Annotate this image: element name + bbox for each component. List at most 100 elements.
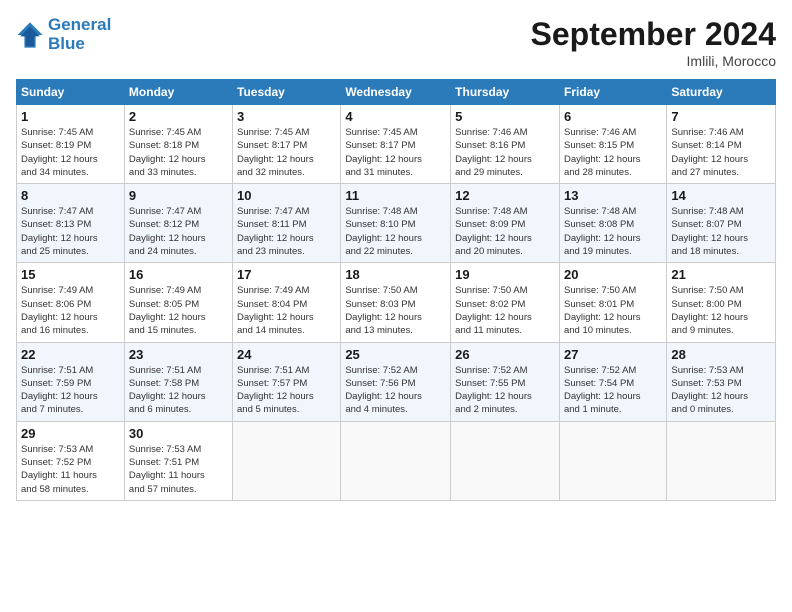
day-info: Sunrise: 7:53 AM Sunset: 7:51 PM Dayligh… bbox=[129, 443, 228, 496]
day-info: Sunrise: 7:50 AM Sunset: 8:03 PM Dayligh… bbox=[345, 284, 446, 337]
day-number: 19 bbox=[455, 267, 555, 282]
day-cell: 27 Sunrise: 7:52 AM Sunset: 7:54 PM Dayli… bbox=[559, 342, 666, 421]
day-cell: 10 Sunrise: 7:47 AM Sunset: 8:11 PM Dayli… bbox=[233, 184, 341, 263]
day-info: Sunrise: 7:50 AM Sunset: 8:02 PM Dayligh… bbox=[455, 284, 555, 337]
day-number: 22 bbox=[21, 347, 120, 362]
day-cell bbox=[559, 421, 666, 500]
header-saturday: Saturday bbox=[667, 80, 776, 105]
day-cell: 2 Sunrise: 7:45 AM Sunset: 8:18 PM Daylig… bbox=[124, 105, 232, 184]
day-number: 7 bbox=[671, 109, 771, 124]
title-block: September 2024 Imlili, Morocco bbox=[531, 16, 776, 69]
day-number: 26 bbox=[455, 347, 555, 362]
day-cell: 16 Sunrise: 7:49 AM Sunset: 8:05 PM Dayli… bbox=[124, 263, 232, 342]
day-info: Sunrise: 7:47 AM Sunset: 8:12 PM Dayligh… bbox=[129, 205, 228, 258]
day-cell bbox=[341, 421, 451, 500]
day-cell: 22 Sunrise: 7:51 AM Sunset: 7:59 PM Dayli… bbox=[17, 342, 125, 421]
day-info: Sunrise: 7:53 AM Sunset: 7:53 PM Dayligh… bbox=[671, 364, 771, 417]
header-wednesday: Wednesday bbox=[341, 80, 451, 105]
day-cell: 8 Sunrise: 7:47 AM Sunset: 8:13 PM Daylig… bbox=[17, 184, 125, 263]
day-cell: 26 Sunrise: 7:52 AM Sunset: 7:55 PM Dayli… bbox=[451, 342, 560, 421]
day-number: 11 bbox=[345, 188, 446, 203]
day-number: 20 bbox=[564, 267, 662, 282]
header-monday: Monday bbox=[124, 80, 232, 105]
day-info: Sunrise: 7:53 AM Sunset: 7:52 PM Dayligh… bbox=[21, 443, 120, 496]
day-number: 1 bbox=[21, 109, 120, 124]
week-row-2: 8 Sunrise: 7:47 AM Sunset: 8:13 PM Daylig… bbox=[17, 184, 776, 263]
day-number: 10 bbox=[237, 188, 336, 203]
day-info: Sunrise: 7:50 AM Sunset: 8:01 PM Dayligh… bbox=[564, 284, 662, 337]
day-cell: 1Sunrise: 7:45 AM Sunset: 8:19 PM Daylig… bbox=[17, 105, 125, 184]
day-cell: 5Sunrise: 7:46 AM Sunset: 8:16 PM Daylig… bbox=[451, 105, 560, 184]
calendar-table: SundayMondayTuesdayWednesdayThursdayFrid… bbox=[16, 79, 776, 501]
day-cell: 20 Sunrise: 7:50 AM Sunset: 8:01 PM Dayli… bbox=[559, 263, 666, 342]
day-cell: 6 Sunrise: 7:46 AM Sunset: 8:15 PM Daylig… bbox=[559, 105, 666, 184]
logo-icon bbox=[16, 21, 44, 49]
day-number: 13 bbox=[564, 188, 662, 203]
day-cell: 17 Sunrise: 7:49 AM Sunset: 8:04 PM Dayli… bbox=[233, 263, 341, 342]
day-number: 17 bbox=[237, 267, 336, 282]
day-number: 8 bbox=[21, 188, 120, 203]
day-cell: 28 Sunrise: 7:53 AM Sunset: 7:53 PM Dayli… bbox=[667, 342, 776, 421]
month-title: September 2024 bbox=[531, 16, 776, 53]
header: General Blue September 2024 Imlili, Moro… bbox=[16, 16, 776, 69]
week-row-3: 15Sunrise: 7:49 AM Sunset: 8:06 PM Dayli… bbox=[17, 263, 776, 342]
day-info: Sunrise: 7:52 AM Sunset: 7:54 PM Dayligh… bbox=[564, 364, 662, 417]
day-info: Sunrise: 7:45 AM Sunset: 8:17 PM Dayligh… bbox=[345, 126, 446, 179]
day-info: Sunrise: 7:47 AM Sunset: 8:13 PM Dayligh… bbox=[21, 205, 120, 258]
day-info: Sunrise: 7:50 AM Sunset: 8:00 PM Dayligh… bbox=[671, 284, 771, 337]
day-cell: 14 Sunrise: 7:48 AM Sunset: 8:07 PM Dayli… bbox=[667, 184, 776, 263]
day-cell: 15Sunrise: 7:49 AM Sunset: 8:06 PM Dayli… bbox=[17, 263, 125, 342]
day-cell: 30 Sunrise: 7:53 AM Sunset: 7:51 PM Dayli… bbox=[124, 421, 232, 500]
day-number: 9 bbox=[129, 188, 228, 203]
week-row-1: 1Sunrise: 7:45 AM Sunset: 8:19 PM Daylig… bbox=[17, 105, 776, 184]
day-number: 21 bbox=[671, 267, 771, 282]
week-row-5: 29Sunrise: 7:53 AM Sunset: 7:52 PM Dayli… bbox=[17, 421, 776, 500]
day-info: Sunrise: 7:46 AM Sunset: 8:16 PM Dayligh… bbox=[455, 126, 555, 179]
day-info: Sunrise: 7:49 AM Sunset: 8:05 PM Dayligh… bbox=[129, 284, 228, 337]
day-number: 14 bbox=[671, 188, 771, 203]
day-number: 6 bbox=[564, 109, 662, 124]
day-info: Sunrise: 7:48 AM Sunset: 8:09 PM Dayligh… bbox=[455, 205, 555, 258]
day-cell: 24 Sunrise: 7:51 AM Sunset: 7:57 PM Dayli… bbox=[233, 342, 341, 421]
day-number: 27 bbox=[564, 347, 662, 362]
day-cell: 21 Sunrise: 7:50 AM Sunset: 8:00 PM Dayli… bbox=[667, 263, 776, 342]
day-info: Sunrise: 7:52 AM Sunset: 7:55 PM Dayligh… bbox=[455, 364, 555, 417]
day-info: Sunrise: 7:46 AM Sunset: 8:15 PM Dayligh… bbox=[564, 126, 662, 179]
day-cell bbox=[667, 421, 776, 500]
day-cell: 12Sunrise: 7:48 AM Sunset: 8:09 PM Dayli… bbox=[451, 184, 560, 263]
day-info: Sunrise: 7:45 AM Sunset: 8:18 PM Dayligh… bbox=[129, 126, 228, 179]
day-number: 30 bbox=[129, 426, 228, 441]
day-number: 2 bbox=[129, 109, 228, 124]
day-info: Sunrise: 7:46 AM Sunset: 8:14 PM Dayligh… bbox=[671, 126, 771, 179]
header-friday: Friday bbox=[559, 80, 666, 105]
day-number: 23 bbox=[129, 347, 228, 362]
page: General Blue September 2024 Imlili, Moro… bbox=[0, 0, 792, 612]
day-number: 16 bbox=[129, 267, 228, 282]
day-cell: 7 Sunrise: 7:46 AM Sunset: 8:14 PM Daylig… bbox=[667, 105, 776, 184]
day-info: Sunrise: 7:48 AM Sunset: 8:07 PM Dayligh… bbox=[671, 205, 771, 258]
day-info: Sunrise: 7:49 AM Sunset: 8:06 PM Dayligh… bbox=[21, 284, 120, 337]
day-cell: 25Sunrise: 7:52 AM Sunset: 7:56 PM Dayli… bbox=[341, 342, 451, 421]
day-number: 18 bbox=[345, 267, 446, 282]
day-info: Sunrise: 7:49 AM Sunset: 8:04 PM Dayligh… bbox=[237, 284, 336, 337]
day-cell: 23 Sunrise: 7:51 AM Sunset: 7:58 PM Dayli… bbox=[124, 342, 232, 421]
day-cell bbox=[233, 421, 341, 500]
day-info: Sunrise: 7:48 AM Sunset: 8:08 PM Dayligh… bbox=[564, 205, 662, 258]
calendar-header-row: SundayMondayTuesdayWednesdayThursdayFrid… bbox=[17, 80, 776, 105]
day-cell bbox=[451, 421, 560, 500]
day-cell: 18 Sunrise: 7:50 AM Sunset: 8:03 PM Dayli… bbox=[341, 263, 451, 342]
header-thursday: Thursday bbox=[451, 80, 560, 105]
day-info: Sunrise: 7:51 AM Sunset: 7:57 PM Dayligh… bbox=[237, 364, 336, 417]
day-cell: 13 Sunrise: 7:48 AM Sunset: 8:08 PM Dayli… bbox=[559, 184, 666, 263]
day-number: 4 bbox=[345, 109, 446, 124]
day-cell: 19 Sunrise: 7:50 AM Sunset: 8:02 PM Dayli… bbox=[451, 263, 560, 342]
day-info: Sunrise: 7:51 AM Sunset: 7:59 PM Dayligh… bbox=[21, 364, 120, 417]
day-info: Sunrise: 7:52 AM Sunset: 7:56 PM Dayligh… bbox=[345, 364, 446, 417]
logo-text: General Blue bbox=[48, 16, 111, 53]
week-row-4: 22 Sunrise: 7:51 AM Sunset: 7:59 PM Dayli… bbox=[17, 342, 776, 421]
day-number: 28 bbox=[671, 347, 771, 362]
day-info: Sunrise: 7:51 AM Sunset: 7:58 PM Dayligh… bbox=[129, 364, 228, 417]
day-number: 3 bbox=[237, 109, 336, 124]
day-info: Sunrise: 7:47 AM Sunset: 8:11 PM Dayligh… bbox=[237, 205, 336, 258]
day-number: 24 bbox=[237, 347, 336, 362]
